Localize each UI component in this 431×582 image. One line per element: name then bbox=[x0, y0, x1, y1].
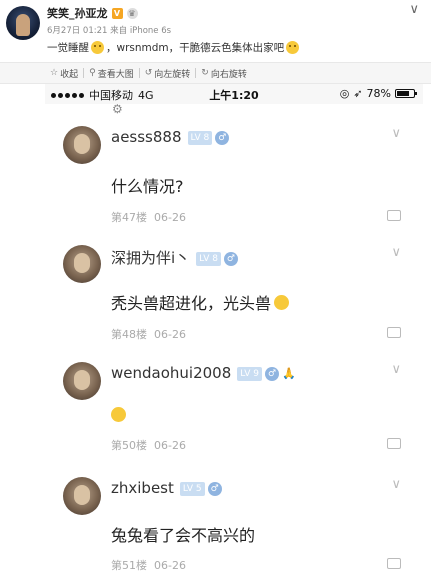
post-username[interactable]: aesss888 LV 8 ♂ bbox=[111, 128, 230, 146]
male-icon: ♂ bbox=[265, 366, 280, 381]
lock-rotation-icon: ◎ bbox=[339, 87, 350, 100]
avatar[interactable] bbox=[63, 477, 101, 515]
membership-icon: ♛ bbox=[126, 7, 138, 19]
weibo-post-header: 笑笑_孙亚龙 V ♛ 6月27日 01:21 来自 iPhone 6s ∨ 一觉… bbox=[0, 0, 431, 62]
chevron-down-icon[interactable]: ∨ bbox=[391, 477, 401, 492]
collapse-label: 收起 bbox=[60, 69, 79, 80]
view-large-button[interactable]: ⚲ 查看大图 bbox=[84, 67, 139, 80]
post-text-part-1: 一觉睡醒 bbox=[47, 42, 89, 54]
rotate-left-button[interactable]: ↺ 向左旋转 bbox=[140, 67, 196, 80]
status-right: ◎ ➶ 78% bbox=[339, 87, 417, 100]
post-content: 什么情况? bbox=[111, 177, 184, 196]
post-text-part-2: ，wrsnmdm，干脆德云色集体出家吧 bbox=[106, 42, 285, 54]
avatar[interactable] bbox=[63, 126, 101, 164]
rotate-right-button[interactable]: ↻ 向右旋转 bbox=[196, 67, 252, 80]
view-large-label: 查看大图 bbox=[97, 69, 134, 80]
reply-icon[interactable] bbox=[387, 327, 401, 338]
reply-icon[interactable] bbox=[387, 558, 401, 569]
image-action-bar: ☆ 收起 ⚲ 查看大图 ↺ 向左旋转 ↻ 向右旋转 bbox=[0, 62, 431, 84]
post-floor: 第51楼 06-26 bbox=[111, 559, 186, 572]
phone-screenshot: 中国移动 4G 上午1:20 ◎ ➶ 78% ⚙ aesss888 LV 8 ♂ ∨… bbox=[45, 84, 423, 582]
chevron-down-icon[interactable]: ∨ bbox=[391, 126, 401, 141]
crying-emoji-icon bbox=[111, 407, 126, 422]
level-badge: LV 8 bbox=[196, 251, 221, 266]
level-badge: LV 9 bbox=[237, 366, 263, 381]
verified-icon: V bbox=[111, 7, 123, 19]
chevron-down-icon[interactable]: ∨ bbox=[391, 362, 401, 377]
avatar[interactable] bbox=[63, 362, 101, 400]
location-icon: ➶ bbox=[353, 87, 363, 100]
avatar[interactable] bbox=[63, 245, 101, 283]
post-text: 一觉睡醒 ，wrsnmdm，干脆德云色集体出家吧 bbox=[47, 40, 300, 55]
post-username[interactable]: wendaohui2008 LV 9 ♂ 🙏 bbox=[111, 364, 296, 382]
level-badge: LV 5 bbox=[179, 481, 205, 496]
male-icon: ♂ bbox=[215, 130, 230, 145]
level-badge: LV 8 bbox=[187, 130, 213, 145]
post-content bbox=[111, 407, 126, 422]
surprised-emoji-icon bbox=[286, 41, 300, 54]
zoom-icon: ⚲ bbox=[89, 68, 96, 78]
chevron-down-icon[interactable]: ∨ bbox=[409, 2, 419, 17]
post-floor: 第48楼 06-26 bbox=[111, 328, 186, 341]
post-username[interactable]: 深拥为伴i丶 LV 8 ♂ bbox=[111, 247, 238, 268]
post-content: 兔兔看了会不高兴的 bbox=[111, 526, 256, 545]
author-avatar[interactable] bbox=[6, 6, 40, 40]
sweat-emoji-icon bbox=[274, 294, 290, 310]
post-meta: 6月27日 01:21 来自 iPhone 6s bbox=[47, 26, 172, 36]
post-content: 秃头兽超进化，光头兽 bbox=[111, 290, 290, 314]
male-icon: ♂ bbox=[207, 481, 222, 496]
author-username[interactable]: 笑笑_孙亚龙 bbox=[47, 5, 108, 21]
gear-icon[interactable]: ⚙ bbox=[112, 102, 123, 116]
battery-percent: 78% bbox=[366, 87, 391, 100]
reply-icon[interactable] bbox=[387, 438, 401, 449]
rotate-left-label: 向左旋转 bbox=[154, 69, 191, 80]
collapse-button[interactable]: ☆ 收起 bbox=[45, 67, 83, 80]
praying-hands-icon: 🙏 bbox=[282, 367, 296, 380]
chevron-down-icon[interactable]: ∨ bbox=[391, 245, 401, 260]
smile-emoji-icon bbox=[91, 41, 104, 54]
reply-icon[interactable] bbox=[387, 210, 401, 221]
post-floor: 第50楼 06-26 bbox=[111, 439, 186, 452]
star-icon: ☆ bbox=[50, 68, 59, 78]
status-bar: 中国移动 4G 上午1:20 ◎ ➶ 78% bbox=[45, 84, 423, 104]
rotate-left-icon: ↺ bbox=[144, 68, 153, 78]
male-icon: ♂ bbox=[223, 251, 238, 266]
post-username[interactable]: zhxibest LV 5 ♂ bbox=[111, 479, 222, 497]
battery-icon bbox=[395, 89, 417, 98]
rotate-right-label: 向右旋转 bbox=[210, 69, 247, 80]
post-floor: 第47楼 06-26 bbox=[111, 211, 186, 224]
rotate-right-icon: ↻ bbox=[201, 68, 209, 78]
author-name-row: 笑笑_孙亚龙 V ♛ bbox=[47, 6, 138, 20]
